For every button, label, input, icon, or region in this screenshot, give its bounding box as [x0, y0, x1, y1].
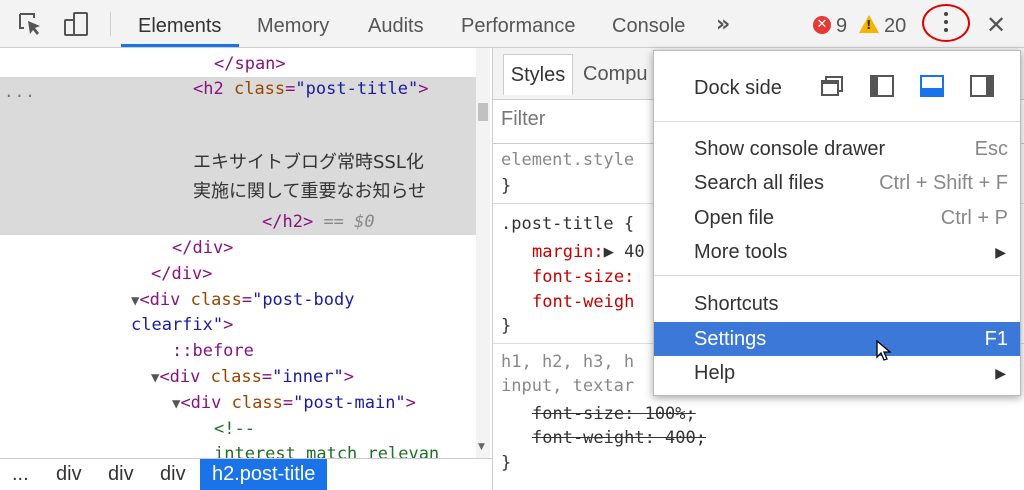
tab-memory[interactable]: Memory [257, 0, 329, 47]
submenu-arrow-icon: ▶ [995, 244, 1006, 260]
submenu-arrow-icon: ▶ [995, 365, 1006, 381]
warning-icon[interactable]: ! [859, 15, 879, 33]
headings-selector[interactable]: h1, h2, h3, h [501, 350, 634, 374]
undock-window-icon[interactable] [820, 75, 844, 97]
dom-scrollbar-thumb[interactable] [478, 103, 488, 121]
menu-item-more-tools[interactable]: More tools ▶ [654, 235, 1020, 269]
mouse-cursor-icon [876, 340, 892, 361]
css-property-margin[interactable]: margin:▶ 40 [532, 240, 645, 264]
overridden-font-size[interactable]: font-size: 100%; [532, 402, 696, 426]
menu-item-shortcuts[interactable]: Shortcuts [654, 287, 1020, 321]
elements-dom-tree[interactable]: ... </span> <h2 class="post-title"> エキサイ… [0, 48, 476, 458]
devtools-toolbar: Elements Memory Audits Performance Conso… [0, 0, 1024, 48]
css-brace: } [501, 316, 512, 336]
css-property-font-weight[interactable]: font-weigh [532, 290, 634, 314]
headings-selector-cont[interactable]: input, textar [501, 374, 634, 398]
styles-filter-input[interactable]: Filter [501, 108, 545, 131]
tab-styles[interactable]: Styles [503, 54, 573, 95]
menu-item-show-console-drawer[interactable]: Show console drawer Esc [654, 132, 1020, 166]
toolbar-separator [110, 12, 111, 36]
dom-node-h2[interactable]: <h2 class="post-title"> [193, 77, 428, 101]
dom-node-div-post-body-cont[interactable]: clearfix"> [131, 313, 233, 337]
element-style-selector[interactable]: element.style [501, 148, 634, 172]
dom-node-span-close[interactable]: </span> [214, 52, 286, 76]
node-actions-icon[interactable]: ... [4, 82, 36, 101]
error-icon[interactable]: ✕ [813, 16, 831, 34]
post-title-selector[interactable]: .post-title { [501, 212, 634, 236]
breadcrumb: ... div div div h2.post-title [0, 458, 492, 490]
dom-node-div-inner[interactable]: ▼<div class="inner"> [151, 365, 354, 389]
menu-separator [654, 121, 1020, 122]
breadcrumb-item-h2-post-title[interactable]: h2.post-title [200, 459, 328, 490]
dom-node-div-close[interactable]: </div> [151, 262, 212, 286]
breadcrumb-item-div[interactable]: div [108, 459, 134, 490]
dom-node-comment-text[interactable]: interest_match_relevan [214, 442, 439, 458]
close-devtools-button[interactable]: ✕ [982, 0, 1010, 50]
dock-side-label: Dock side [694, 77, 782, 99]
breadcrumb-item-div[interactable]: div [56, 459, 82, 490]
menu-separator [654, 275, 1020, 276]
dom-text-line-2[interactable]: 実施に関して重要なお知らせ [193, 180, 426, 204]
scroll-down-arrow-icon[interactable]: ▼ [478, 442, 485, 452]
dom-node-before[interactable]: ::before [172, 339, 254, 363]
dom-text-line-1[interactable]: エキサイトブログ常時SSL化 [193, 151, 424, 175]
dock-right-icon[interactable] [970, 75, 994, 97]
inspect-element-icon[interactable] [16, 10, 44, 38]
customize-devtools-menu: Dock side Show console drawer Esc Search… [653, 50, 1021, 396]
css-property-font-size[interactable]: font-size: [532, 265, 634, 289]
breadcrumb-item-div[interactable]: div [160, 459, 186, 490]
dom-node-div-close[interactable]: </div> [172, 236, 233, 260]
tab-audits[interactable]: Audits [368, 0, 424, 47]
dom-node-h2-close[interactable]: </h2> == $0 [262, 210, 375, 234]
menu-item-search-all-files[interactable]: Search all files Ctrl + Shift + F [654, 166, 1020, 200]
tab-console[interactable]: Console [612, 0, 685, 47]
css-brace: } [501, 176, 512, 196]
error-count[interactable]: 9 [836, 0, 847, 52]
dom-node-comment[interactable]: <!-- [214, 417, 255, 441]
tab-elements[interactable]: Elements [138, 0, 221, 47]
menu-item-settings[interactable]: Settings F1 [654, 322, 1020, 356]
device-toolbar-icon[interactable] [62, 10, 90, 38]
tab-computed[interactable]: Compu [583, 54, 647, 94]
menu-item-open-file[interactable]: Open file Ctrl + P [654, 201, 1020, 235]
breadcrumb-item-ellipsis[interactable]: ... [12, 459, 29, 490]
tab-performance[interactable]: Performance [461, 0, 576, 47]
dock-left-icon[interactable] [870, 75, 894, 97]
dock-bottom-icon[interactable] [920, 75, 944, 97]
dom-node-div-post-main[interactable]: ▼<div class="post-main"> [172, 391, 416, 415]
customize-menu-icon[interactable] [941, 12, 951, 36]
active-tab-indicator [121, 44, 239, 47]
menu-item-help[interactable]: Help ▶ [654, 356, 1020, 390]
overridden-font-weight[interactable]: font-weight: 400; [532, 426, 706, 450]
more-tabs-button[interactable]: » [716, 0, 730, 47]
css-brace: } [501, 453, 512, 473]
warning-count[interactable]: 20 [884, 0, 906, 52]
dom-node-div-post-body[interactable]: ▼<div class="post-body [131, 288, 354, 312]
